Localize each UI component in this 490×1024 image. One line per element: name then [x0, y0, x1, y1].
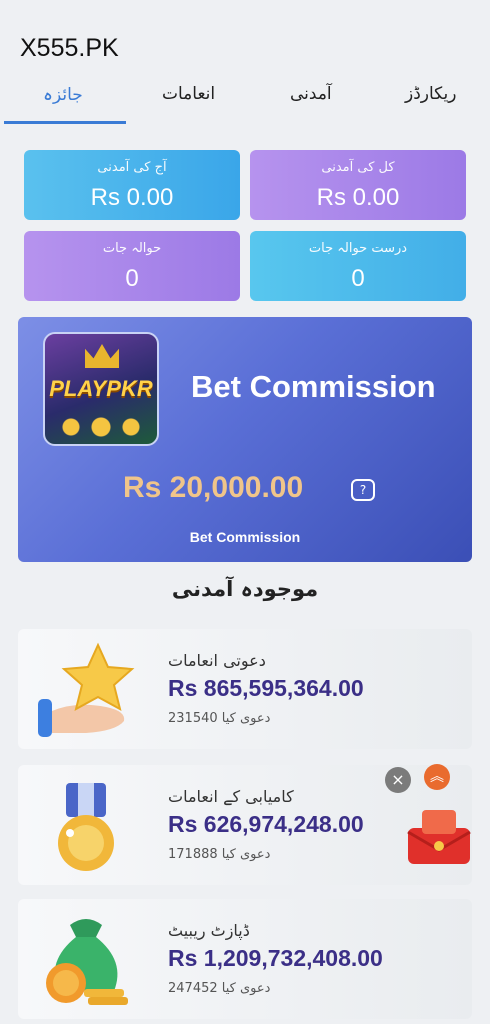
app-title: X555.PK [20, 34, 119, 62]
card-amount: Rs 865,595,364.00 [168, 675, 364, 701]
claimed-value: 247452 [168, 981, 218, 996]
stat-label: کل کی آمدنی [321, 160, 395, 175]
card-title: ڈپازٹ ریبیٹ [168, 921, 250, 940]
red-envelope-icon[interactable] [404, 806, 474, 868]
card-claimed: 247452 دعوی کیا [168, 981, 270, 996]
logo-text: PLAYPKR [49, 376, 153, 401]
card-amount: Rs 1,209,732,408.00 [168, 945, 383, 971]
promo-subtitle: Bet Commission [189, 529, 301, 545]
claimed-label: دعوی کیا [221, 847, 271, 862]
money-bag-icon [46, 919, 128, 1005]
playpkr-logo: PLAYPKR [43, 332, 159, 446]
crown-icon [85, 344, 119, 368]
card-amount: Rs 626,974,248.00 [168, 811, 364, 837]
tab-income[interactable]: آمدنی [290, 84, 332, 104]
income-card-invite-rewards[interactable]: دعوتی انعامات Rs 865,595,364.00 231540 د… [18, 629, 472, 749]
stat-referrals: حوالہ جات 0 [24, 231, 240, 301]
tab-overview[interactable]: جائزہ [43, 84, 83, 105]
stat-today-income: آج کی آمدنی Rs 0.00 [24, 150, 240, 220]
tab-records[interactable]: ریکارڈز [405, 84, 457, 104]
income-card-deposit-rebate[interactable]: ڈپازٹ ریبیٹ Rs 1,209,732,408.00 247452 د… [18, 899, 472, 1019]
star-hand-icon [38, 642, 135, 737]
claimed-value: 231540 [168, 711, 218, 726]
help-icon[interactable]: ? [351, 479, 375, 501]
coins-icon [51, 416, 151, 438]
claimed-label: دعوی کیا [221, 711, 271, 726]
stat-value: Rs 0.00 [316, 184, 400, 211]
current-income-title: موجودہ آمدنی [171, 577, 319, 601]
chevron-up-icon[interactable]: ︽ [424, 764, 450, 790]
stat-value: 0 [125, 265, 139, 292]
stat-value: Rs 0.00 [90, 184, 174, 211]
tab-bar: جائزہ انعامات آمدنی ریکارڈز [0, 78, 490, 126]
card-title: کامیابی کے انعامات [168, 787, 294, 806]
tab-rewards[interactable]: انعامات [162, 84, 215, 104]
card-claimed: 231540 دعوی کیا [168, 711, 270, 726]
header: X555.PK جائزہ انعامات آمدنی ریکارڈز [0, 0, 490, 126]
promo-title: Bet Commission [191, 369, 436, 404]
close-icon[interactable]: × [385, 767, 411, 793]
stat-valid-referrals: درست حوالہ جات 0 [250, 231, 466, 301]
card-claimed: 171888 دعوی کیا [168, 847, 270, 862]
bet-commission-banner[interactable]: PLAYPKR Bet Commission Rs 20,000.00 ? Be… [18, 317, 472, 562]
stat-label: درست حوالہ جات [308, 241, 408, 256]
card-title: دعوتی انعامات [168, 651, 266, 670]
promo-amount: Rs 20,000.00 [123, 471, 304, 504]
stat-label: آج کی آمدنی [97, 160, 167, 175]
stat-label: حوالہ جات [102, 241, 162, 256]
stat-total-income: کل کی آمدنی Rs 0.00 [250, 150, 466, 220]
tab-active-indicator [4, 121, 126, 124]
claimed-label: دعوی کیا [221, 981, 271, 996]
medal-icon [58, 783, 114, 871]
stat-value: 0 [351, 265, 365, 292]
claimed-value: 171888 [168, 847, 218, 862]
